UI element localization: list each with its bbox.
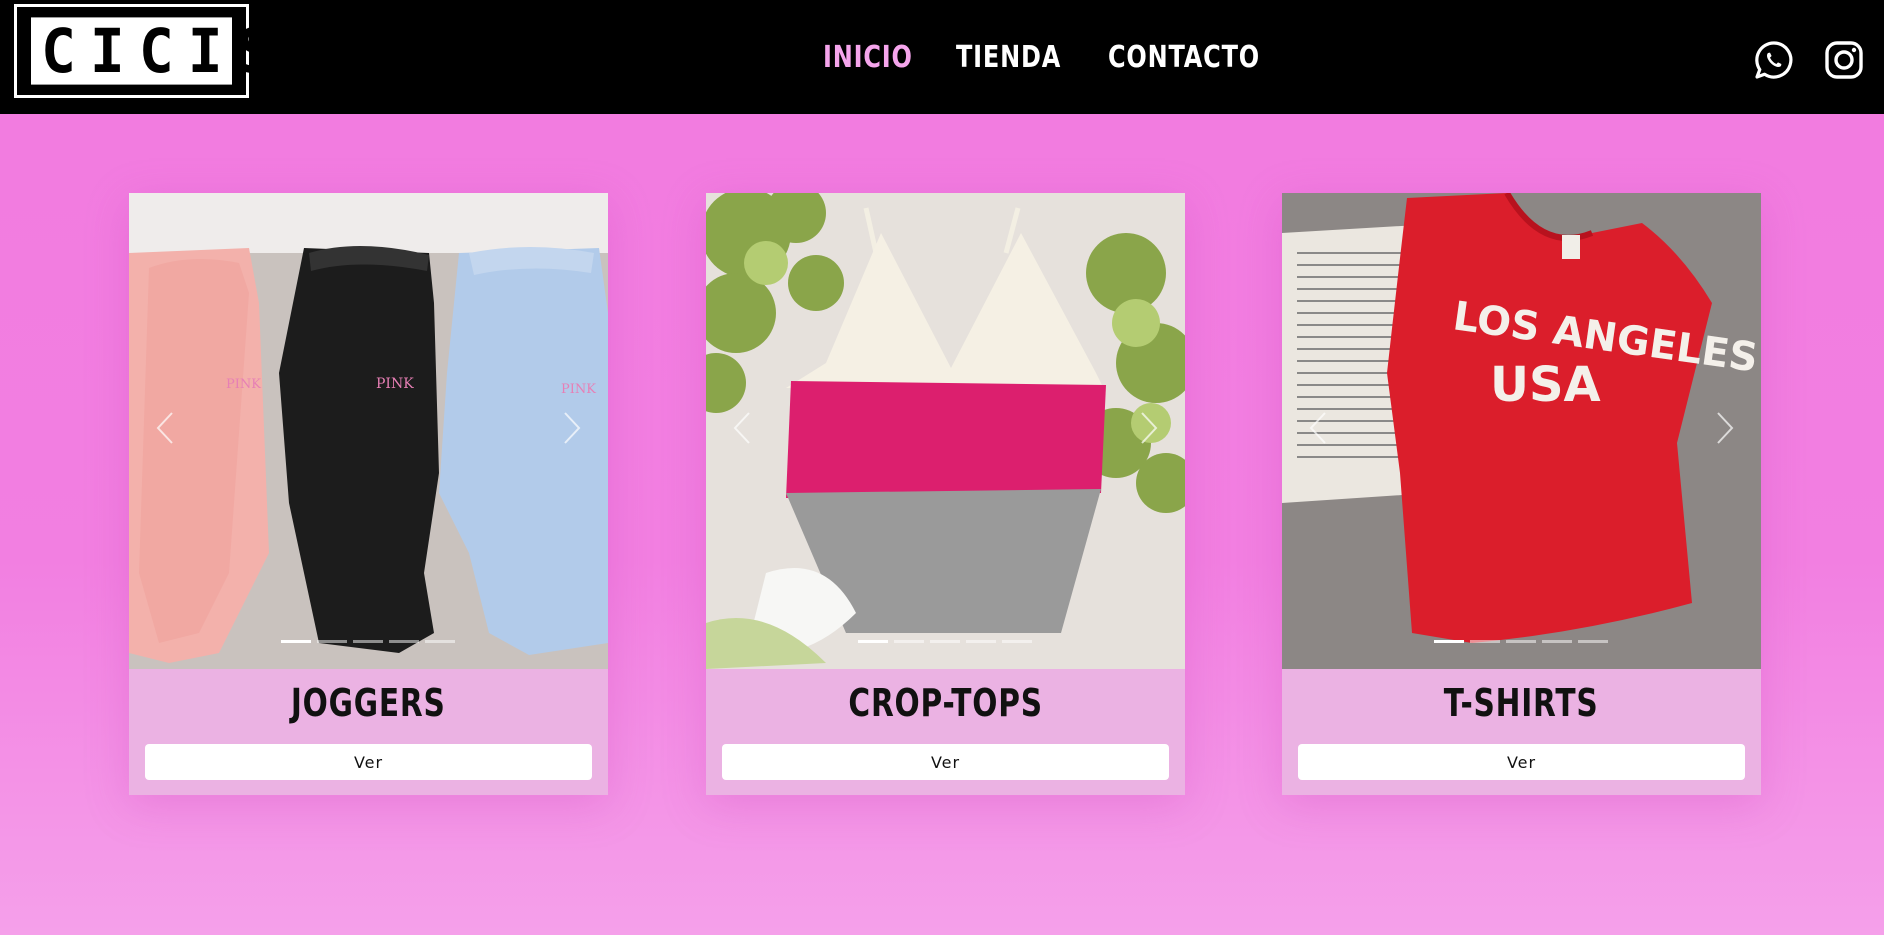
carousel-indicators bbox=[858, 640, 1032, 643]
carousel-indicator[interactable] bbox=[281, 640, 311, 643]
carousel-indicator[interactable] bbox=[894, 640, 924, 643]
carousel-indicator[interactable] bbox=[1542, 640, 1572, 643]
view-crop-tops-button[interactable]: Ver bbox=[722, 744, 1169, 780]
svg-text:PINK: PINK bbox=[226, 377, 261, 392]
carousel-indicators bbox=[281, 640, 455, 643]
nav-link-tienda[interactable]: TIENDA bbox=[956, 40, 1061, 75]
nav-link-inicio[interactable]: INICIO bbox=[823, 40, 913, 75]
view-joggers-button[interactable]: Ver bbox=[145, 744, 592, 780]
carousel-indicator[interactable] bbox=[1578, 640, 1608, 643]
carousel-prev-icon[interactable] bbox=[1308, 411, 1328, 445]
logo[interactable]: CICIS bbox=[14, 4, 272, 98]
main-nav: INICIO TIENDA CONTACTO bbox=[823, 40, 1298, 75]
social-links bbox=[1754, 40, 1864, 80]
carousel-next-icon[interactable] bbox=[1715, 411, 1735, 445]
carousel-indicators bbox=[1434, 640, 1608, 643]
carousel-indicator[interactable] bbox=[317, 640, 347, 643]
carousel-indicator[interactable] bbox=[858, 640, 888, 643]
carousel-prev-icon[interactable] bbox=[732, 411, 752, 445]
category-card-crop-tops: CROP-TOPS Ver bbox=[706, 193, 1185, 795]
crop-tops-photo bbox=[706, 193, 1185, 669]
carousel-indicator[interactable] bbox=[1434, 640, 1464, 643]
instagram-icon[interactable] bbox=[1824, 40, 1864, 80]
carousel-indicator[interactable] bbox=[930, 640, 960, 643]
carousel-indicator[interactable] bbox=[1506, 640, 1536, 643]
carousel-prev-icon[interactable] bbox=[155, 411, 175, 445]
joggers-photo: PINK PINK PINK bbox=[129, 193, 608, 669]
carousel-crop-tops[interactable] bbox=[706, 193, 1185, 669]
carousel-indicator[interactable] bbox=[966, 640, 996, 643]
view-t-shirts-button[interactable]: Ver bbox=[1298, 744, 1745, 780]
whatsapp-icon[interactable] bbox=[1754, 40, 1794, 80]
category-card-joggers: PINK PINK PINK JOGGERS Ver bbox=[129, 193, 608, 795]
carousel-next-icon[interactable] bbox=[1139, 411, 1159, 445]
t-shirts-photo: LOS ANGELES USA bbox=[1282, 193, 1761, 669]
card-title: JOGGERS bbox=[291, 681, 446, 725]
carousel-indicator[interactable] bbox=[1002, 640, 1032, 643]
carousel-indicator[interactable] bbox=[425, 640, 455, 643]
carousel-indicator[interactable] bbox=[1470, 640, 1500, 643]
carousel-next-icon[interactable] bbox=[562, 411, 582, 445]
category-card-t-shirts: LOS ANGELES USA T-SHIRTS Ver bbox=[1282, 193, 1761, 795]
logo-text: CICIS bbox=[31, 17, 272, 85]
carousel-t-shirts[interactable]: LOS ANGELES USA bbox=[1282, 193, 1761, 669]
card-title: CROP-TOPS bbox=[848, 681, 1043, 725]
nav-link-contacto[interactable]: CONTACTO bbox=[1108, 40, 1260, 75]
carousel-joggers[interactable]: PINK PINK PINK bbox=[129, 193, 608, 669]
card-title: T-SHIRTS bbox=[1444, 681, 1599, 725]
carousel-indicator[interactable] bbox=[389, 640, 419, 643]
carousel-indicator[interactable] bbox=[353, 640, 383, 643]
svg-text:PINK: PINK bbox=[376, 376, 414, 392]
svg-text:USA: USA bbox=[1490, 357, 1601, 413]
site-header: CICIS INICIO TIENDA CONTACTO bbox=[0, 0, 1884, 114]
svg-text:PINK: PINK bbox=[561, 382, 596, 397]
